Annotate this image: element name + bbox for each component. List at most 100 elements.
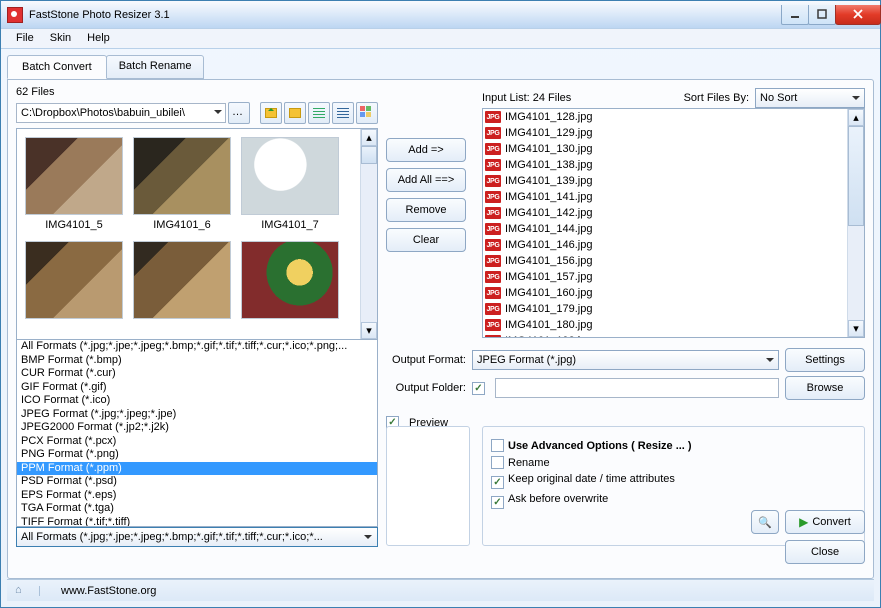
convert-button[interactable]: ▶Convert <box>785 510 865 534</box>
thumb-image <box>133 241 231 319</box>
menu-skin[interactable]: Skin <box>43 31 78 46</box>
home-icon[interactable]: ⌂ <box>15 584 29 598</box>
format-dropdown-list[interactable]: All Formats (*.jpg;*.jpe;*.jpeg;*.bmp;*.… <box>16 340 378 527</box>
advanced-checkbox[interactable] <box>491 439 504 452</box>
jpg-icon: JPG <box>485 111 501 123</box>
jpg-icon: JPG <box>485 335 501 337</box>
format-option[interactable]: GIF Format (*.gif) <box>17 381 377 395</box>
scroll-thumb[interactable] <box>848 126 864 226</box>
output-folder-label: Output Folder: <box>386 382 466 394</box>
refresh-icon <box>289 108 301 118</box>
list-item[interactable]: JPGIMG4101_128.jpg <box>483 109 847 125</box>
format-option[interactable]: PCX Format (*.pcx) <box>17 435 377 449</box>
list-item[interactable]: JPGIMG4101_129.jpg <box>483 125 847 141</box>
list-item[interactable]: JPGIMG4101_139.jpg <box>483 173 847 189</box>
format-option[interactable]: CUR Format (*.cur) <box>17 367 377 381</box>
menu-help[interactable]: Help <box>80 31 117 46</box>
list-item[interactable]: JPGIMG4101_193.jpg <box>483 333 847 337</box>
overwrite-checkbox[interactable] <box>491 496 504 509</box>
view-details-button[interactable] <box>332 102 354 124</box>
remove-button[interactable]: Remove <box>386 198 466 222</box>
format-option[interactable]: PSD Format (*.psd) <box>17 475 377 489</box>
thumbnail-item[interactable] <box>241 241 339 323</box>
output-folder-checkbox[interactable] <box>472 382 485 395</box>
menubar: File Skin Help <box>1 29 880 49</box>
format-filter-combo[interactable]: All Formats (*.jpg;*.jpe;*.jpeg;*.bmp;*.… <box>16 527 378 547</box>
add-all-button[interactable]: Add All ==> <box>386 168 466 192</box>
close-button[interactable] <box>835 5 881 25</box>
list-item[interactable]: JPGIMG4101_130.jpg <box>483 141 847 157</box>
input-file-list[interactable]: JPGIMG4101_128.jpgJPGIMG4101_129.jpgJPGI… <box>482 108 865 338</box>
thumbnail-item[interactable]: IMG4101_5 <box>25 137 123 231</box>
format-option[interactable]: JPEG Format (*.jpg;*.jpeg;*.jpe) <box>17 408 377 422</box>
overwrite-label: Ask before overwrite <box>508 493 608 505</box>
refresh-button[interactable] <box>284 102 306 124</box>
format-option[interactable]: PNG Format (*.png) <box>17 448 377 462</box>
minimize-button[interactable] <box>781 5 809 25</box>
list-item[interactable]: JPGIMG4101_146.jpg <box>483 237 847 253</box>
output-format-combo[interactable]: JPEG Format (*.jpg) <box>472 350 779 370</box>
thumbnail-item[interactable] <box>25 241 123 323</box>
list-item[interactable]: JPGIMG4101_179.jpg <box>483 301 847 317</box>
list-item[interactable]: JPGIMG4101_142.jpg <box>483 205 847 221</box>
folder-up-button[interactable] <box>260 102 282 124</box>
format-option[interactable]: JPEG2000 Format (*.jp2;*.j2k) <box>17 421 377 435</box>
tabs: Batch Convert Batch Rename <box>1 49 880 79</box>
list-item[interactable]: JPGIMG4101_138.jpg <box>483 157 847 173</box>
view-thumbs-button[interactable] <box>356 102 378 124</box>
browse-button[interactable]: Browse <box>785 376 865 400</box>
app-icon <box>7 7 23 23</box>
list-item[interactable]: JPGIMG4101_144.jpg <box>483 221 847 237</box>
clear-button[interactable]: Clear <box>386 228 466 252</box>
thumbnail-item[interactable]: IMG4101_7 <box>241 137 339 231</box>
scroll-down-icon[interactable]: ▾ <box>361 322 377 339</box>
sort-combo[interactable]: No Sort <box>755 88 865 108</box>
tab-batch-convert[interactable]: Batch Convert <box>7 55 107 79</box>
output-format-label: Output Format: <box>386 354 466 366</box>
thumbnail-item[interactable] <box>133 241 231 323</box>
path-combo[interactable]: C:\Dropbox\Photos\babuin_ubilei\ <box>16 103 226 123</box>
thumbs-scrollbar[interactable]: ▴ ▾ <box>360 129 377 339</box>
maximize-button[interactable] <box>808 5 836 25</box>
file-name: IMG4101_160.jpg <box>505 287 592 299</box>
scroll-thumb[interactable] <box>361 146 377 164</box>
list-item[interactable]: JPGIMG4101_141.jpg <box>483 189 847 205</box>
keepdate-checkbox[interactable] <box>491 476 504 489</box>
close-button-panel[interactable]: Close <box>785 540 865 564</box>
browse-folder-button[interactable]: … <box>228 102 250 124</box>
thumbnail-grid[interactable]: IMG4101_5 IMG4101_6 IMG4101_7 <box>17 129 360 339</box>
jpg-icon: JPG <box>485 271 501 283</box>
file-name: IMG4101_141.jpg <box>505 191 592 203</box>
website-link[interactable]: www.FastStone.org <box>61 585 156 597</box>
output-folder-input[interactable] <box>495 378 779 398</box>
format-option[interactable]: All Formats (*.jpg;*.jpe;*.jpeg;*.bmp;*.… <box>17 340 377 354</box>
file-name: IMG4101_138.jpg <box>505 159 592 171</box>
thumbnail-item[interactable]: IMG4101_6 <box>133 137 231 231</box>
list-item[interactable]: JPGIMG4101_157.jpg <box>483 269 847 285</box>
format-option[interactable]: EPS Format (*.eps) <box>17 489 377 503</box>
keepdate-label: Keep original date / time attributes <box>508 473 675 485</box>
format-option[interactable]: BMP Format (*.bmp) <box>17 354 377 368</box>
menu-file[interactable]: File <box>9 31 41 46</box>
format-option[interactable]: PPM Format (*.ppm) <box>17 462 377 476</box>
preview-magnify-button[interactable]: 🔍 <box>751 510 779 534</box>
rename-checkbox[interactable] <box>491 456 504 469</box>
filelist-scrollbar[interactable]: ▴ ▾ <box>847 109 864 337</box>
format-option[interactable]: ICO Format (*.ico) <box>17 394 377 408</box>
settings-button[interactable]: Settings <box>785 348 865 372</box>
list-item[interactable]: JPGIMG4101_156.jpg <box>483 253 847 269</box>
ellipsis-icon: … <box>232 106 246 120</box>
scroll-up-icon[interactable]: ▴ <box>848 109 864 126</box>
list-item[interactable]: JPGIMG4101_180.jpg <box>483 317 847 333</box>
tab-batch-rename[interactable]: Batch Rename <box>106 55 205 79</box>
list-item[interactable]: JPGIMG4101_160.jpg <box>483 285 847 301</box>
scroll-down-icon[interactable]: ▾ <box>848 320 864 337</box>
format-option[interactable]: TGA Format (*.tga) <box>17 502 377 516</box>
scroll-up-icon[interactable]: ▴ <box>361 129 377 146</box>
add-button[interactable]: Add => <box>386 138 466 162</box>
file-name: IMG4101_146.jpg <box>505 239 592 251</box>
format-option[interactable]: TIFF Format (*.tif;*.tiff) <box>17 516 377 528</box>
titlebar[interactable]: FastStone Photo Resizer 3.1 <box>1 1 880 29</box>
input-list-label: Input List: 24 Files <box>482 92 571 104</box>
view-list-button[interactable] <box>308 102 330 124</box>
